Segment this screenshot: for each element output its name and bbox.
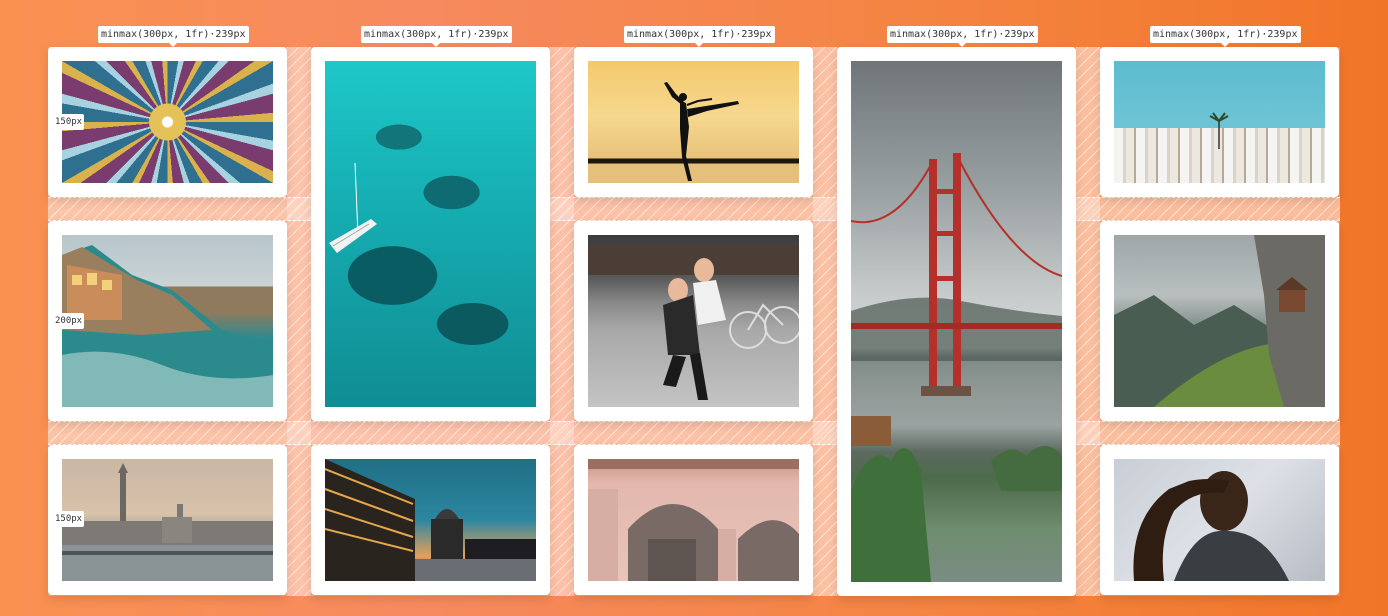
grid-item[interactable] [574,445,813,595]
column-track-label: minmax(300px, 1fr)·239px [98,26,249,47]
row-track-label: 150px [53,114,85,130]
grid-item[interactable] [837,47,1076,596]
night-building-photo [325,459,536,581]
column-track-label: minmax(300px, 1fr)·239px [361,26,512,47]
column-track-label: minmax(300px, 1fr)·239px [1150,26,1301,47]
column-gap [1076,47,1100,596]
white-village-photo [1114,61,1325,183]
row-track-label: 150px [53,511,85,527]
portrait-photo [1114,459,1325,581]
column-gap [287,47,311,596]
grid-item[interactable] [1100,47,1339,197]
column-track-label: minmax(300px, 1fr)·239px [624,26,775,47]
row-track-label: 200px [53,313,85,329]
friends-piggyback-photo [588,235,799,407]
tile-mosaic-photo [62,61,273,183]
city-skyline-photo [62,459,273,581]
row-gap [48,421,1340,445]
coastal-village-photo [62,235,273,407]
pink-arches-photo [588,459,799,581]
dancer-silhouette-photo [588,61,799,183]
grid-item[interactable] [311,445,550,595]
grid-item[interactable] [1100,445,1339,595]
grid-item[interactable] [574,47,813,197]
column-gap [550,47,574,596]
grid-item[interactable] [311,47,550,421]
row-gap [48,197,1340,221]
ocean-sailboat-photo [325,61,536,407]
grid-item[interactable] [574,221,813,421]
column-track-label: minmax(300px, 1fr)·239px [887,26,1038,47]
column-gap [813,47,837,596]
golden-gate-bridge-photo [851,61,1062,582]
mountain-valley-photo [1114,235,1325,407]
grid-item[interactable] [1100,221,1339,421]
